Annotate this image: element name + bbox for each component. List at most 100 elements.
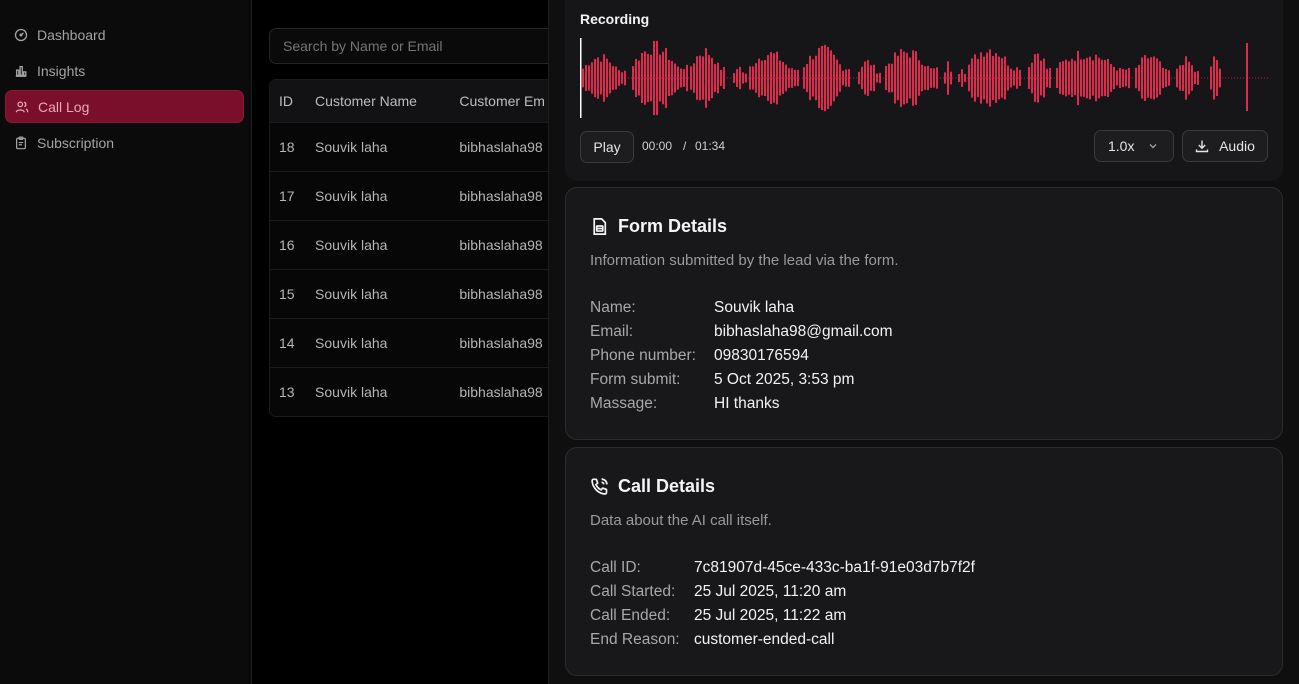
waveform-bar bbox=[1068, 61, 1070, 95]
waveform-bar bbox=[861, 66, 863, 90]
table-row[interactable]: 16 Souvik laha bibhaslaha98 bbox=[270, 220, 558, 269]
waveform-bar bbox=[1016, 67, 1018, 89]
waveform-bar bbox=[758, 58, 760, 98]
field-key: Name: bbox=[590, 299, 636, 316]
waveform-bar bbox=[711, 57, 713, 99]
sidebar-item-call-log[interactable]: Call Log bbox=[5, 90, 244, 123]
column-header-customer-email[interactable]: Customer Em bbox=[451, 93, 558, 109]
waveform-bar bbox=[992, 55, 994, 101]
field-row: Phone number: 09830176594 bbox=[590, 344, 893, 368]
form-details-description: Information submitted by the lead via th… bbox=[590, 252, 899, 269]
waveform-bar bbox=[665, 47, 667, 109]
waveform-bar bbox=[779, 60, 781, 96]
table-row[interactable]: 15 Souvik laha bibhaslaha98 bbox=[270, 269, 558, 318]
waveform-bar bbox=[1065, 59, 1067, 97]
waveform-bar bbox=[848, 69, 850, 87]
cell-customer-name: Souvik laha bbox=[315, 286, 388, 302]
waveform-bar bbox=[612, 66, 614, 90]
cell-id: 18 bbox=[279, 139, 295, 155]
field-value: Souvik laha bbox=[714, 299, 795, 316]
waveform-bar bbox=[974, 54, 976, 102]
call-log-table: ID Customer Name Customer Em 18 Souvik l… bbox=[269, 79, 559, 417]
waveform-bar bbox=[958, 74, 960, 82]
waveform-bar bbox=[821, 45, 823, 111]
waveform-bar bbox=[980, 52, 982, 104]
waveform-bar bbox=[1119, 67, 1121, 89]
chevron-down-icon bbox=[1147, 140, 1159, 152]
waveform-bar bbox=[1210, 66, 1212, 90]
field-row: Call Ended: 25 Jul 2025, 11:22 am bbox=[590, 604, 975, 628]
cell-id: 15 bbox=[279, 286, 295, 302]
waveform-bar bbox=[582, 68, 584, 88]
column-header-id[interactable]: ID bbox=[270, 93, 307, 109]
sidebar-item-subscription[interactable]: Subscription bbox=[5, 126, 244, 159]
sidebar-item-insights[interactable]: Insights bbox=[5, 54, 244, 87]
table-row[interactable]: 14 Souvik laha bibhaslaha98 bbox=[270, 318, 558, 367]
search-input[interactable] bbox=[269, 28, 569, 64]
speed-select[interactable]: 1.0x bbox=[1094, 130, 1174, 162]
waveform-bar bbox=[606, 58, 608, 98]
waveform-bar bbox=[1153, 56, 1155, 100]
sidebar-item-dashboard[interactable]: Dashboard bbox=[5, 18, 244, 51]
waveform-bar bbox=[961, 69, 963, 87]
waveform-bar bbox=[1007, 65, 1009, 91]
field-value: 5 Oct 2025, 3:53 pm bbox=[714, 371, 855, 388]
cell-customer-name: Souvik laha bbox=[315, 237, 388, 253]
waveform-bar bbox=[1086, 57, 1088, 99]
field-value: HI thanks bbox=[714, 395, 780, 412]
document-icon bbox=[593, 218, 607, 235]
table-row[interactable]: 17 Souvik laha bibhaslaha98 bbox=[270, 171, 558, 220]
waveform-bar bbox=[903, 51, 905, 105]
waveform-bar bbox=[770, 51, 772, 105]
table-row[interactable]: 18 Souvik laha bibhaslaha98 bbox=[270, 122, 558, 171]
audio-waveform[interactable] bbox=[580, 38, 1268, 118]
waveform-bar bbox=[971, 58, 973, 98]
field-row: Name: Souvik laha bbox=[590, 296, 893, 320]
waveform-bar bbox=[876, 73, 878, 83]
speed-value: 1.0x bbox=[1108, 138, 1135, 154]
waveform-bar bbox=[680, 68, 682, 88]
field-key: Phone number: bbox=[590, 347, 696, 364]
download-audio-button[interactable]: Audio bbox=[1182, 130, 1268, 162]
waveform-bar bbox=[867, 60, 869, 96]
waveform-bar bbox=[702, 56, 704, 100]
waveform-bar bbox=[782, 61, 784, 95]
waveform-bar bbox=[644, 51, 646, 105]
waveform-bar bbox=[749, 66, 751, 90]
waveform-bar bbox=[1040, 60, 1042, 96]
duration: 01:34 bbox=[695, 139, 726, 153]
waveform-bar bbox=[1150, 57, 1152, 99]
cell-customer-email: bibhaslaha98 bbox=[459, 188, 543, 204]
waveform-bar bbox=[1165, 68, 1167, 88]
playhead[interactable] bbox=[580, 38, 582, 118]
waveform-bar bbox=[944, 72, 946, 84]
sidebar-item-label: Dashboard bbox=[37, 26, 106, 43]
field-key: Massage: bbox=[590, 395, 658, 412]
waveform-bar bbox=[693, 63, 695, 93]
waveform-bar bbox=[830, 50, 832, 106]
waveform-bar bbox=[845, 69, 847, 87]
column-header-customer-name[interactable]: Customer Name bbox=[307, 93, 451, 109]
form-details-card: Form Details Information submitted by th… bbox=[565, 187, 1283, 440]
waveform-bar bbox=[947, 61, 949, 95]
waveform-bar bbox=[659, 54, 661, 102]
play-button[interactable]: Play bbox=[580, 131, 634, 163]
form-details-title-text: Form Details bbox=[618, 216, 728, 236]
waveform-bar bbox=[1046, 68, 1048, 88]
waveform-bar bbox=[803, 67, 805, 89]
clipboard-icon bbox=[14, 135, 28, 150]
cell-customer-name: Souvik laha bbox=[315, 139, 388, 155]
waveform-bar bbox=[888, 63, 890, 93]
table-row[interactable]: 13 Souvik laha bibhaslaha98 bbox=[270, 367, 558, 416]
waveform-bar bbox=[1176, 68, 1178, 88]
waveform-bar bbox=[833, 54, 835, 102]
waveform-bar bbox=[858, 71, 860, 85]
waveform-bar bbox=[989, 49, 991, 107]
waveform-bar bbox=[912, 50, 914, 106]
waveform-bar bbox=[764, 59, 766, 97]
waveform-bar bbox=[885, 65, 887, 91]
cell-customer-name: Souvik laha bbox=[315, 335, 388, 351]
waveform-bar bbox=[1113, 66, 1115, 90]
waveform-bar bbox=[618, 70, 620, 86]
table-header: ID Customer Name Customer Em bbox=[270, 80, 558, 122]
